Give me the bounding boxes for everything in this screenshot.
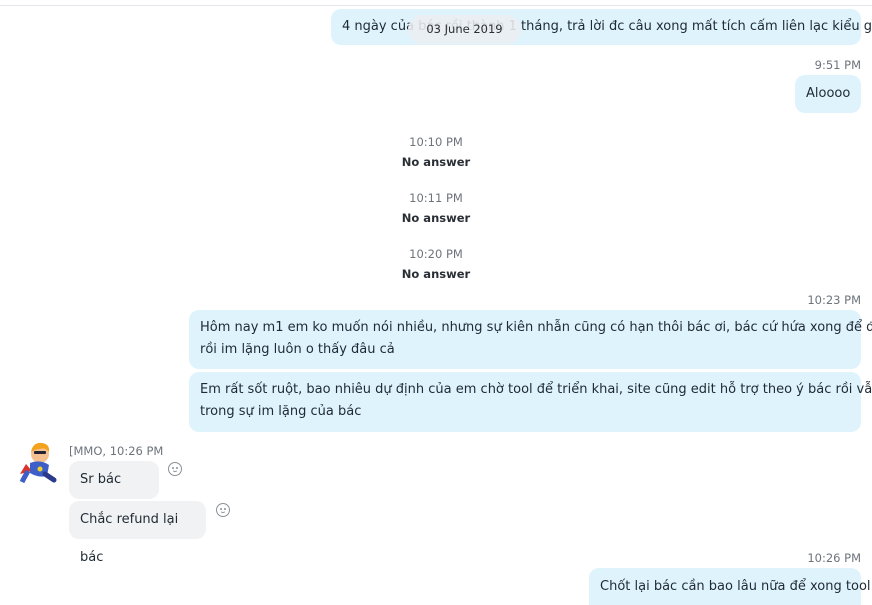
- message-text-line: Em rất sốt ruột, bao nhiêu dự định của e…: [200, 382, 872, 397]
- call-time: 10:20 PM: [409, 247, 463, 261]
- message-text-line: rồi im lặng luôn o thấy đâu cả: [200, 342, 395, 357]
- call-status: No answer: [401, 155, 471, 169]
- message-text: Aloooo: [806, 86, 851, 101]
- incoming-message[interactable]: Sr bác nhìu: [69, 461, 159, 525]
- message-text-line: Hôm nay m1 em ko muốn nói nhiều, nhưng s…: [200, 320, 872, 335]
- header-divider: [0, 5, 872, 6]
- smiley-reaction-icon[interactable]: [216, 503, 230, 517]
- message-timestamp: 10:23 PM: [807, 293, 861, 307]
- message-text: Chắc refund lại bác: [80, 512, 179, 565]
- outgoing-message[interactable]: Hôm nay m1 em ko muốn nói nhiều, nhưng s…: [189, 310, 872, 369]
- call-status: No answer: [401, 267, 471, 281]
- message-timestamp: 10:26 PM: [807, 551, 861, 565]
- call-time: 10:11 PM: [409, 191, 463, 205]
- call-status: No answer: [401, 211, 471, 225]
- superhero-avatar-icon[interactable]: [18, 440, 58, 484]
- outgoing-message[interactable]: Aloooo: [795, 75, 861, 113]
- outgoing-message[interactable]: Chốt lại bác cần bao lâu nữa để xong too…: [589, 568, 871, 605]
- sender-line: [MMO, 10:26 PM: [69, 444, 164, 458]
- message-text-line: trong sự im lặng của bác: [200, 404, 362, 419]
- date-separator: 03 June 2019: [408, 15, 521, 44]
- message-timestamp: 9:51 PM: [814, 58, 861, 72]
- smiley-reaction-icon[interactable]: [168, 462, 182, 476]
- message-text: Chốt lại bác cần bao lâu nữa để xong too…: [600, 579, 871, 594]
- incoming-message[interactable]: Chắc refund lại bác: [69, 501, 206, 565]
- call-time: 10:10 PM: [409, 135, 463, 149]
- outgoing-message[interactable]: Em rất sốt ruột, bao nhiêu dự định của e…: [189, 372, 872, 432]
